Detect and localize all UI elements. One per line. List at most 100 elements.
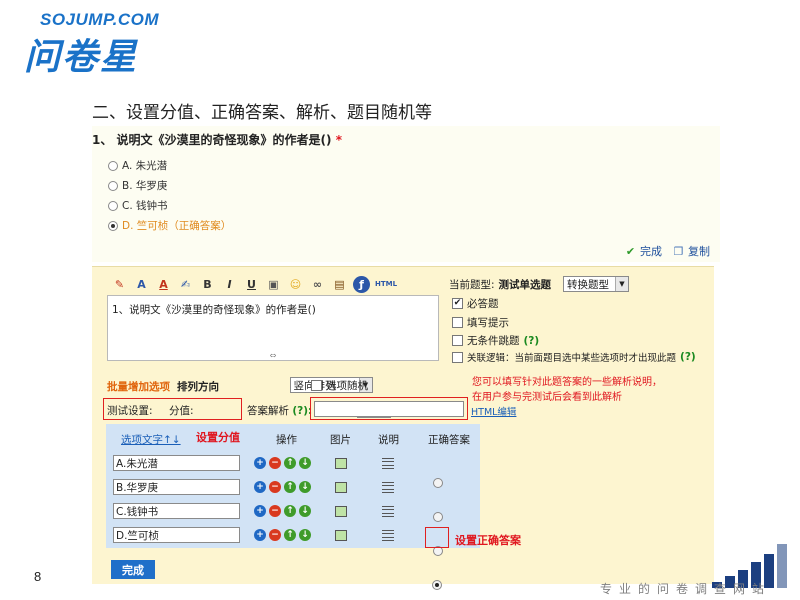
correct-radio-b[interactable] [433, 511, 443, 522]
add-icon[interactable]: + [254, 505, 266, 517]
required-checkbox-row[interactable]: ✔ 必答题 [452, 296, 499, 311]
slide-title: 二、设置分值、正确答案、解析、题目随机等 [92, 103, 432, 123]
correct-radio-d[interactable] [432, 579, 442, 590]
logic-label: 关联逻辑：当前面题目选中某些选项时才出现此题 [467, 353, 677, 364]
score-label: 分值: [169, 405, 194, 417]
hint-label: 填写提示 [467, 317, 509, 329]
jump-checkbox[interactable] [452, 335, 463, 346]
remove-icon[interactable]: − [269, 505, 281, 517]
move-up-icon[interactable]: ↑ [284, 457, 296, 469]
test-settings-label: 测试设置: [107, 405, 153, 417]
preview-option-b[interactable]: B. 华罗庚 [108, 178, 167, 193]
description-icon[interactable] [382, 530, 394, 541]
link-icon[interactable]: ∞ [309, 276, 326, 293]
jump-checkbox-row[interactable]: 无条件跳题 (?) [452, 333, 539, 348]
correct-radio-a[interactable] [433, 477, 443, 488]
option-input-c[interactable]: C.钱钟书 [113, 503, 240, 519]
required-checkbox[interactable]: ✔ [452, 298, 463, 309]
option-input-a[interactable]: A.朱光潜 [113, 455, 240, 471]
question-title-text: 1、 说明文《沙漠里的奇怪现象》的作者是() [92, 133, 332, 147]
done-preview-button[interactable]: ✔ 完成 [624, 243, 662, 259]
required-label: 必答题 [467, 298, 499, 310]
move-up-icon[interactable]: ↑ [284, 481, 296, 493]
jump-help-link[interactable]: (?) [524, 335, 540, 347]
move-down-icon[interactable]: ↓ [299, 505, 311, 517]
italic-icon[interactable]: I [221, 276, 238, 293]
hint-checkbox[interactable] [452, 317, 463, 328]
highlight-icon[interactable]: ✍ [177, 276, 194, 293]
copy-button[interactable]: ❐ 复制 [672, 243, 710, 259]
preview-option-d[interactable]: D. 竺可桢（正确答案） [108, 218, 231, 233]
add-icon[interactable]: + [254, 481, 266, 493]
media-icon[interactable]: ▤ [331, 276, 348, 293]
row-controls: + − ↑ ↓ [254, 529, 311, 541]
analysis-note-line-1: 您可以填写针对此题答案的一些解析说明， [472, 377, 662, 388]
direction-label: 排列方向 [177, 381, 219, 393]
radio-icon[interactable] [108, 200, 118, 211]
preview-option-a[interactable]: A. 朱光潜 [108, 158, 167, 173]
logic-checkbox[interactable] [452, 351, 463, 363]
option-input-d[interactable]: D.竺可桢 [113, 527, 240, 543]
done-button[interactable]: 完成 [111, 560, 155, 579]
radio-icon[interactable] [108, 220, 118, 231]
set-score-note: 设置分值 [196, 431, 240, 444]
remove-icon[interactable]: − [269, 529, 281, 541]
description-icon[interactable] [382, 506, 394, 517]
html-icon[interactable]: HTML [375, 276, 397, 293]
bold-icon[interactable]: B [199, 276, 216, 293]
image-icon[interactable] [335, 458, 347, 469]
move-down-icon[interactable]: ↓ [299, 529, 311, 541]
batch-add-link[interactable]: 批量增加选项 [107, 379, 170, 394]
image-icon[interactable] [335, 482, 347, 493]
preview-option-c[interactable]: C. 钱钟书 [108, 198, 168, 213]
logic-help-link[interactable]: (?) [680, 351, 696, 363]
option-label: C. 钱钟书 [122, 200, 168, 212]
flash-icon[interactable]: ƒ [353, 275, 370, 293]
font-color-icon[interactable]: A [155, 276, 172, 293]
image-header: 图片 [330, 434, 351, 446]
analysis-label-row: 答案解析 (?): [247, 403, 312, 418]
underline-icon[interactable]: U [243, 276, 260, 293]
switch-type-select[interactable]: 转换题型 ▼ [563, 276, 629, 292]
set-correct-note: 设置正确答案 [455, 534, 521, 547]
random-label: 选项随机 [326, 380, 368, 392]
option-text-header[interactable]: 选项文字↑↓ [121, 432, 181, 447]
emoji-icon[interactable]: ☺ [287, 276, 304, 293]
footer-slogan: 专业的问卷调查网站 [600, 582, 772, 596]
remove-icon[interactable]: − [269, 457, 281, 469]
resize-handle[interactable]: ⇔ [107, 351, 439, 361]
image-icon[interactable] [335, 530, 347, 541]
logic-checkbox-row[interactable]: 关联逻辑：当前面题目选中某些选项时才出现此题 (?) [452, 350, 696, 364]
description-icon[interactable] [382, 482, 394, 493]
analysis-note-line-2: 在用户参与完测试后会看到此解析 [472, 392, 622, 403]
analysis-input[interactable] [314, 401, 464, 417]
radio-icon[interactable] [108, 160, 118, 171]
radio-icon[interactable] [108, 180, 118, 191]
add-icon[interactable]: + [254, 529, 266, 541]
format-icon[interactable]: ✎ [111, 276, 128, 293]
hint-checkbox-row[interactable]: 填写提示 [452, 315, 509, 330]
required-mark: * [335, 133, 342, 147]
description-icon[interactable] [382, 458, 394, 469]
move-down-icon[interactable]: ↓ [299, 457, 311, 469]
desc-header: 说明 [378, 434, 399, 446]
row-controls: + − ↑ ↓ [254, 457, 311, 469]
move-up-icon[interactable]: ↑ [284, 505, 296, 517]
switch-type-label: 转换题型 [567, 278, 609, 291]
logo: 问卷星 [24, 37, 139, 78]
add-icon[interactable]: + [254, 457, 266, 469]
move-down-icon[interactable]: ↓ [299, 481, 311, 493]
remove-icon[interactable]: − [269, 481, 281, 493]
editor-toolbar: ✎ A A ✍ B I U ▣ ☺ ∞ ▤ ƒ HTML [107, 273, 437, 295]
logo-domain: SOJUMP.COM [40, 10, 159, 29]
page-number: 8 [34, 569, 42, 584]
random-checkbox-row[interactable]: 选项随机 [311, 378, 368, 393]
random-checkbox[interactable] [311, 380, 322, 391]
move-up-icon[interactable]: ↑ [284, 529, 296, 541]
image-icon[interactable]: ▣ [265, 276, 282, 293]
font-style-icon[interactable]: A [133, 276, 150, 293]
analysis-note: 您可以填写针对此题答案的一些解析说明， 在用户参与完测试后会看到此解析 [472, 375, 662, 405]
html-edit-link[interactable]: HTML编辑 [471, 404, 516, 418]
option-input-b[interactable]: B.华罗庚 [113, 479, 240, 495]
image-icon[interactable] [335, 506, 347, 517]
